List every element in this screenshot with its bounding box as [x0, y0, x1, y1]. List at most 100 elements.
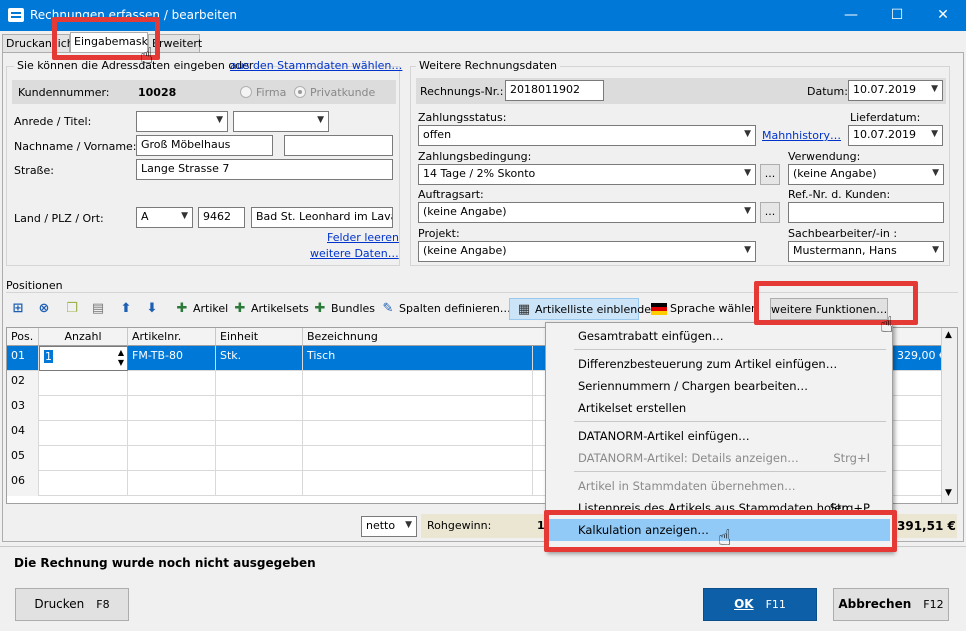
delete-row-button[interactable]: ⊗	[36, 298, 55, 320]
col-header-unit[interactable]: Einheit	[216, 328, 303, 346]
add-row-button[interactable]: ⊞	[10, 298, 29, 320]
date-picker[interactable]: 10.07.2019 ▼	[848, 80, 943, 101]
cell-pos: 04	[7, 421, 39, 446]
col-header-pos[interactable]: Pos.	[7, 328, 39, 346]
menu-item-datanorm-insert[interactable]: DATANORM-Artikel einfügen…	[546, 425, 892, 447]
menu-item-label: Seriennummern / Chargen bearbeiten…	[578, 379, 809, 393]
order-type-more-button[interactable]: ...	[760, 202, 780, 223]
date-value: 10.07.2019	[853, 83, 916, 96]
radio-privatkunde[interactable]	[294, 86, 306, 98]
more-data-link[interactable]: weitere Daten…	[310, 247, 399, 260]
menu-item-gesamtrabatt[interactable]: Gesamtrabatt einfügen…	[546, 325, 892, 347]
terms-select[interactable]: 14 Tage / 2% Skonto ▼	[418, 164, 756, 185]
language-button[interactable]: Sprache wählen	[651, 298, 758, 320]
paste-button[interactable]: ▤	[90, 298, 109, 320]
project-label: Projekt:	[418, 227, 460, 240]
cancel-label: Abbrechen	[838, 597, 912, 611]
menu-item-label: DATANORM-Artikel einfügen…	[578, 429, 750, 443]
menu-item-differenzbesteuerung[interactable]: Differenzbesteuerung zum Artikel einfüge…	[546, 353, 892, 375]
add-row-icon: ⊞	[12, 301, 24, 316]
invoice-total: 391,51 €	[893, 514, 957, 538]
cell-desc: Tisch	[303, 346, 533, 371]
menu-separator	[574, 471, 886, 472]
clear-fields-link[interactable]: Felder leeren	[327, 231, 399, 244]
menu-item-stammdaten-uebernehmen[interactable]: Artikel in Stammdaten übernehmen…	[546, 475, 892, 497]
close-button[interactable]: ✕	[920, 0, 966, 31]
add-articleset-button[interactable]: ✚ Artikelsets	[232, 298, 309, 320]
minimize-button[interactable]: —	[828, 0, 874, 31]
language-label: Sprache wählen	[670, 302, 759, 315]
grid-scrollbar[interactable]: ▲ ▼	[941, 328, 957, 503]
title-select[interactable]: ▼	[233, 111, 329, 132]
ok-label: OK	[734, 597, 754, 611]
move-down-button[interactable]: ⬇	[144, 298, 163, 320]
cell-desc	[303, 371, 533, 396]
terms-more-button[interactable]: ...	[760, 164, 780, 185]
firstname-input[interactable]	[284, 135, 393, 156]
cell-unit	[216, 396, 303, 421]
ok-button[interactable]: OK F11	[703, 588, 817, 621]
show-article-list-button[interactable]: ▦ Artikelliste einblenden	[509, 298, 658, 320]
menu-item-seriennummern[interactable]: Seriennummern / Chargen bearbeiten…	[546, 375, 892, 397]
ok-key: F11	[765, 598, 786, 611]
ref-input[interactable]	[788, 202, 944, 223]
order-type-label: Auftragsart:	[418, 188, 484, 201]
menu-item-artikelset[interactable]: Artikelset erstellen	[546, 397, 892, 419]
add-article-icon: ✚	[176, 301, 188, 316]
zip-input[interactable]: 9462	[198, 207, 245, 228]
qty-value: 1	[44, 350, 53, 363]
qty-stepper[interactable]: 1 ▲ ▼	[39, 346, 128, 371]
name-label: Nachname / Vorname:	[14, 140, 137, 153]
invoice-number-input[interactable]: 2018011902	[505, 80, 604, 101]
print-button[interactable]: Drucken F8	[15, 588, 129, 621]
lastname-input[interactable]: Groß Möbelhaus	[136, 135, 273, 156]
cancel-button[interactable]: Abbrechen F12	[833, 588, 949, 621]
col-header-artno[interactable]: Artikelnr.	[128, 328, 216, 346]
delivery-picker[interactable]: 10.07.2019 ▼	[848, 125, 943, 146]
country-select[interactable]: A ▼	[136, 207, 193, 228]
gross-profit-box: Rohgewinn: 1	[421, 514, 551, 538]
bundles-button[interactable]: ✚ Bundles	[312, 298, 375, 320]
menu-item-datanorm-details[interactable]: DATANORM-Artikel: Details anzeigen… Strg+…	[546, 447, 892, 469]
cell-qty	[39, 446, 128, 471]
chevron-down-icon: ▼	[744, 168, 751, 178]
choose-from-master-link[interactable]: aus den Stammdaten wählen…	[230, 59, 402, 72]
street-input[interactable]: Lange Strasse 7	[136, 159, 393, 180]
paste-icon: ▤	[91, 301, 105, 316]
clerk-select[interactable]: Mustermann, Hans ▼	[788, 241, 944, 262]
status-select[interactable]: offen ▼	[418, 125, 756, 146]
cell-desc	[303, 446, 533, 471]
scroll-down-icon[interactable]: ▼	[945, 488, 952, 498]
radio-firma[interactable]	[240, 86, 252, 98]
city-input[interactable]: Bad St. Leonhard im Lavantt	[251, 207, 393, 228]
chevron-down-icon: ▼	[931, 84, 938, 94]
columns-icon: ✎	[382, 301, 394, 316]
move-up-button[interactable]: ⬆	[118, 298, 137, 320]
cell-pos: 06	[7, 471, 39, 496]
define-columns-button[interactable]: ✎ Spalten definieren…	[380, 298, 511, 320]
project-select[interactable]: (keine Angabe) ▼	[418, 241, 756, 262]
copy-button[interactable]: ❐	[64, 298, 83, 320]
project-value: (keine Angabe)	[423, 244, 507, 257]
order-type-select[interactable]: (keine Angabe) ▼	[418, 202, 756, 223]
menu-item-listenpreis[interactable]: Listenpreis des Artikels aus Stammdaten …	[546, 497, 892, 511]
cell-pos: 01	[7, 346, 39, 371]
netto-select[interactable]: netto ▼	[361, 516, 417, 537]
dunning-history-link[interactable]: Mahnhistory…	[762, 129, 841, 142]
clerk-label: Sachbearbeiter/-in :	[788, 227, 898, 240]
usage-select[interactable]: (keine Angabe) ▼	[788, 164, 944, 185]
cell-artno: FM-TB-80	[128, 346, 216, 371]
print-label: Drucken	[34, 597, 85, 611]
scroll-up-icon[interactable]: ▲	[945, 330, 952, 340]
cell-pos: 02	[7, 371, 39, 396]
maximize-button[interactable]: ☐	[874, 0, 920, 31]
col-header-qty[interactable]: Anzahl	[39, 328, 128, 346]
add-article-button[interactable]: ✚ Artikel	[174, 298, 229, 320]
chevron-down-icon: ▼	[317, 115, 324, 125]
hand-cursor-icon: ☝	[718, 526, 732, 551]
spinner-icon[interactable]: ▲ ▼	[118, 348, 124, 368]
invoice-number-label: Rechnungs-Nr.:	[420, 85, 504, 98]
radio-privatkunde-label: Privatkunde	[310, 86, 376, 99]
salutation-select[interactable]: ▼	[136, 111, 228, 132]
terms-label: Zahlungsbedingung:	[418, 150, 532, 163]
